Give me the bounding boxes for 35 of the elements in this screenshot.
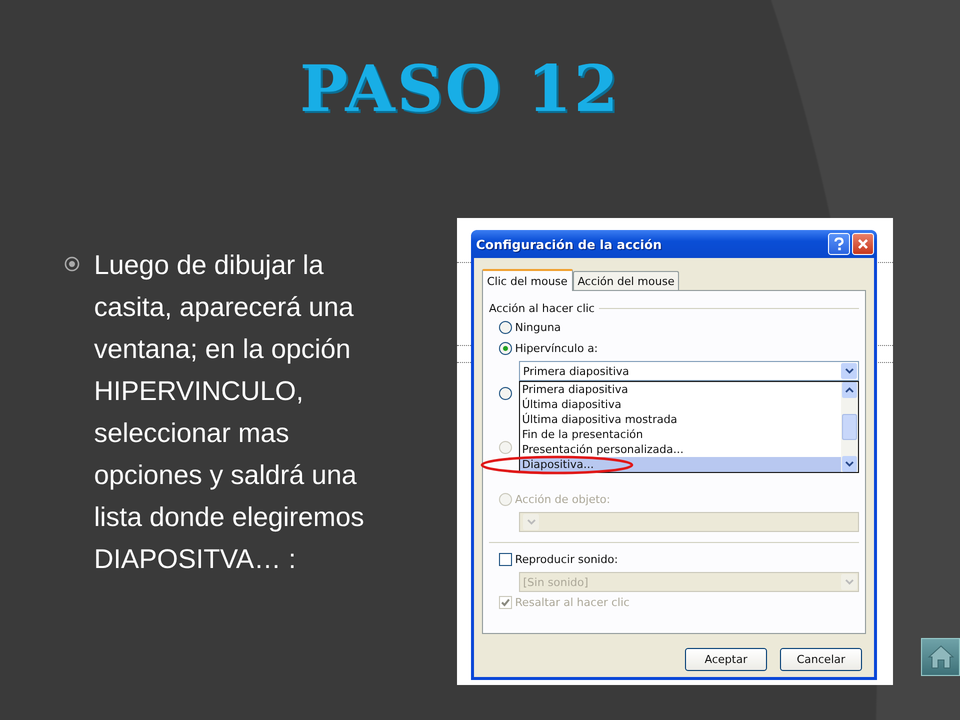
dialog-button[interactable]: Cancelar (780, 648, 862, 671)
scrollbar[interactable] (841, 382, 858, 472)
close-button[interactable] (852, 233, 874, 255)
slide-title: PASO 12 (298, 51, 622, 129)
dropdown-option[interactable]: Diapositiva... (520, 457, 841, 472)
dropdown-option[interactable]: Última diapositiva mostrada (520, 412, 841, 427)
bullet-text: Luego de dibujar la casita, aparecerá una ventana; en la opción HIPERVINCULO, seleccionar mas opciones y saldrá una lista donde elegiremos DIAPOSITVA… : (94, 249, 366, 576)
hyperlink-dropdown[interactable]: Primera diapositiva (519, 361, 859, 381)
help-button[interactable] (828, 233, 850, 255)
radio-label: Hipervínculo a: (515, 342, 598, 355)
dropdown-option[interactable]: Presentación personalizada... (520, 442, 841, 457)
radio-button[interactable] (499, 321, 512, 334)
dialog-title: Configuración de la acción (476, 236, 662, 252)
scroll-down-icon[interactable] (842, 456, 857, 472)
radio-button[interactable] (499, 342, 512, 355)
tab[interactable]: Acción del mouse (572, 271, 680, 290)
home-button[interactable] (921, 638, 960, 676)
house-icon (926, 644, 954, 670)
checkbox-label: Resaltar al hacer clic (515, 596, 630, 609)
dropdown-option[interactable]: Fin de la presentación (520, 427, 841, 442)
group-label: Acción al hacer clic (489, 302, 595, 314)
checkbox-label: Reproducir sonido: (515, 553, 618, 566)
scroll-up-icon[interactable] (842, 382, 857, 398)
dropdown-option[interactable]: Primera diapositiva (520, 382, 841, 397)
tab[interactable]: Clic del mouse (482, 269, 573, 291)
scroll-thumb[interactable] (842, 414, 857, 440)
dialog-button[interactable]: Aceptar (685, 648, 767, 671)
radio-label: Ninguna (515, 321, 561, 334)
radio-button[interactable] (499, 387, 512, 400)
question-icon (833, 237, 845, 251)
close-icon (857, 238, 869, 250)
checkbox[interactable] (499, 553, 512, 566)
radio-label: Acción de objeto: (515, 493, 610, 506)
dropdown-option[interactable]: Última diapositiva (520, 397, 841, 412)
bullet-icon (64, 256, 80, 272)
